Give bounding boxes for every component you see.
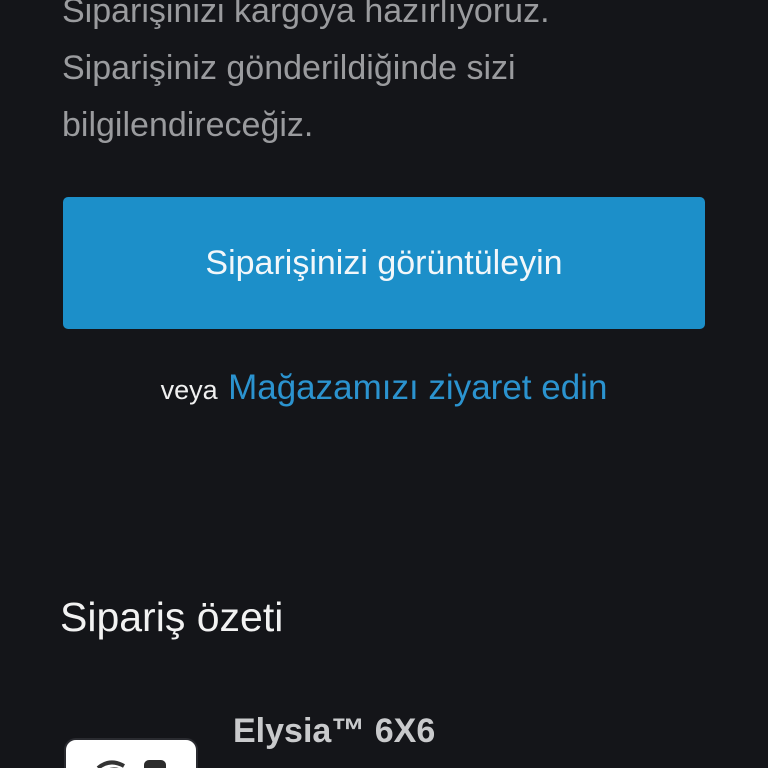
confirmation-line: bilgilendireceğiz. [62,106,314,144]
order-summary-title: Sipariş özeti [60,594,284,640]
confirmation-line: Siparişiniz gönderildiğinde sizi [62,49,516,87]
or-text: veya [160,375,218,405]
product-thumbnail [64,738,198,768]
alternative-action: veya Mağazamızı ziyaret edin [0,368,768,408]
view-order-button[interactable]: Siparişinizi görüntüleyin [63,197,705,329]
product-image-icon [96,760,166,768]
visit-store-link[interactable]: Mağazamızı ziyaret edin [228,368,607,407]
confirmation-message: Siparişinizi kargoya hazırlıyoruz. Sipar… [62,0,722,154]
order-item: Elysia™ 6X6 [0,700,768,768]
view-order-button-label: Siparişinizi görüntüleyin [205,243,563,282]
product-name: Elysia™ 6X6 [233,712,436,750]
confirmation-line: Siparişinizi kargoya hazırlıyoruz. [62,0,550,30]
